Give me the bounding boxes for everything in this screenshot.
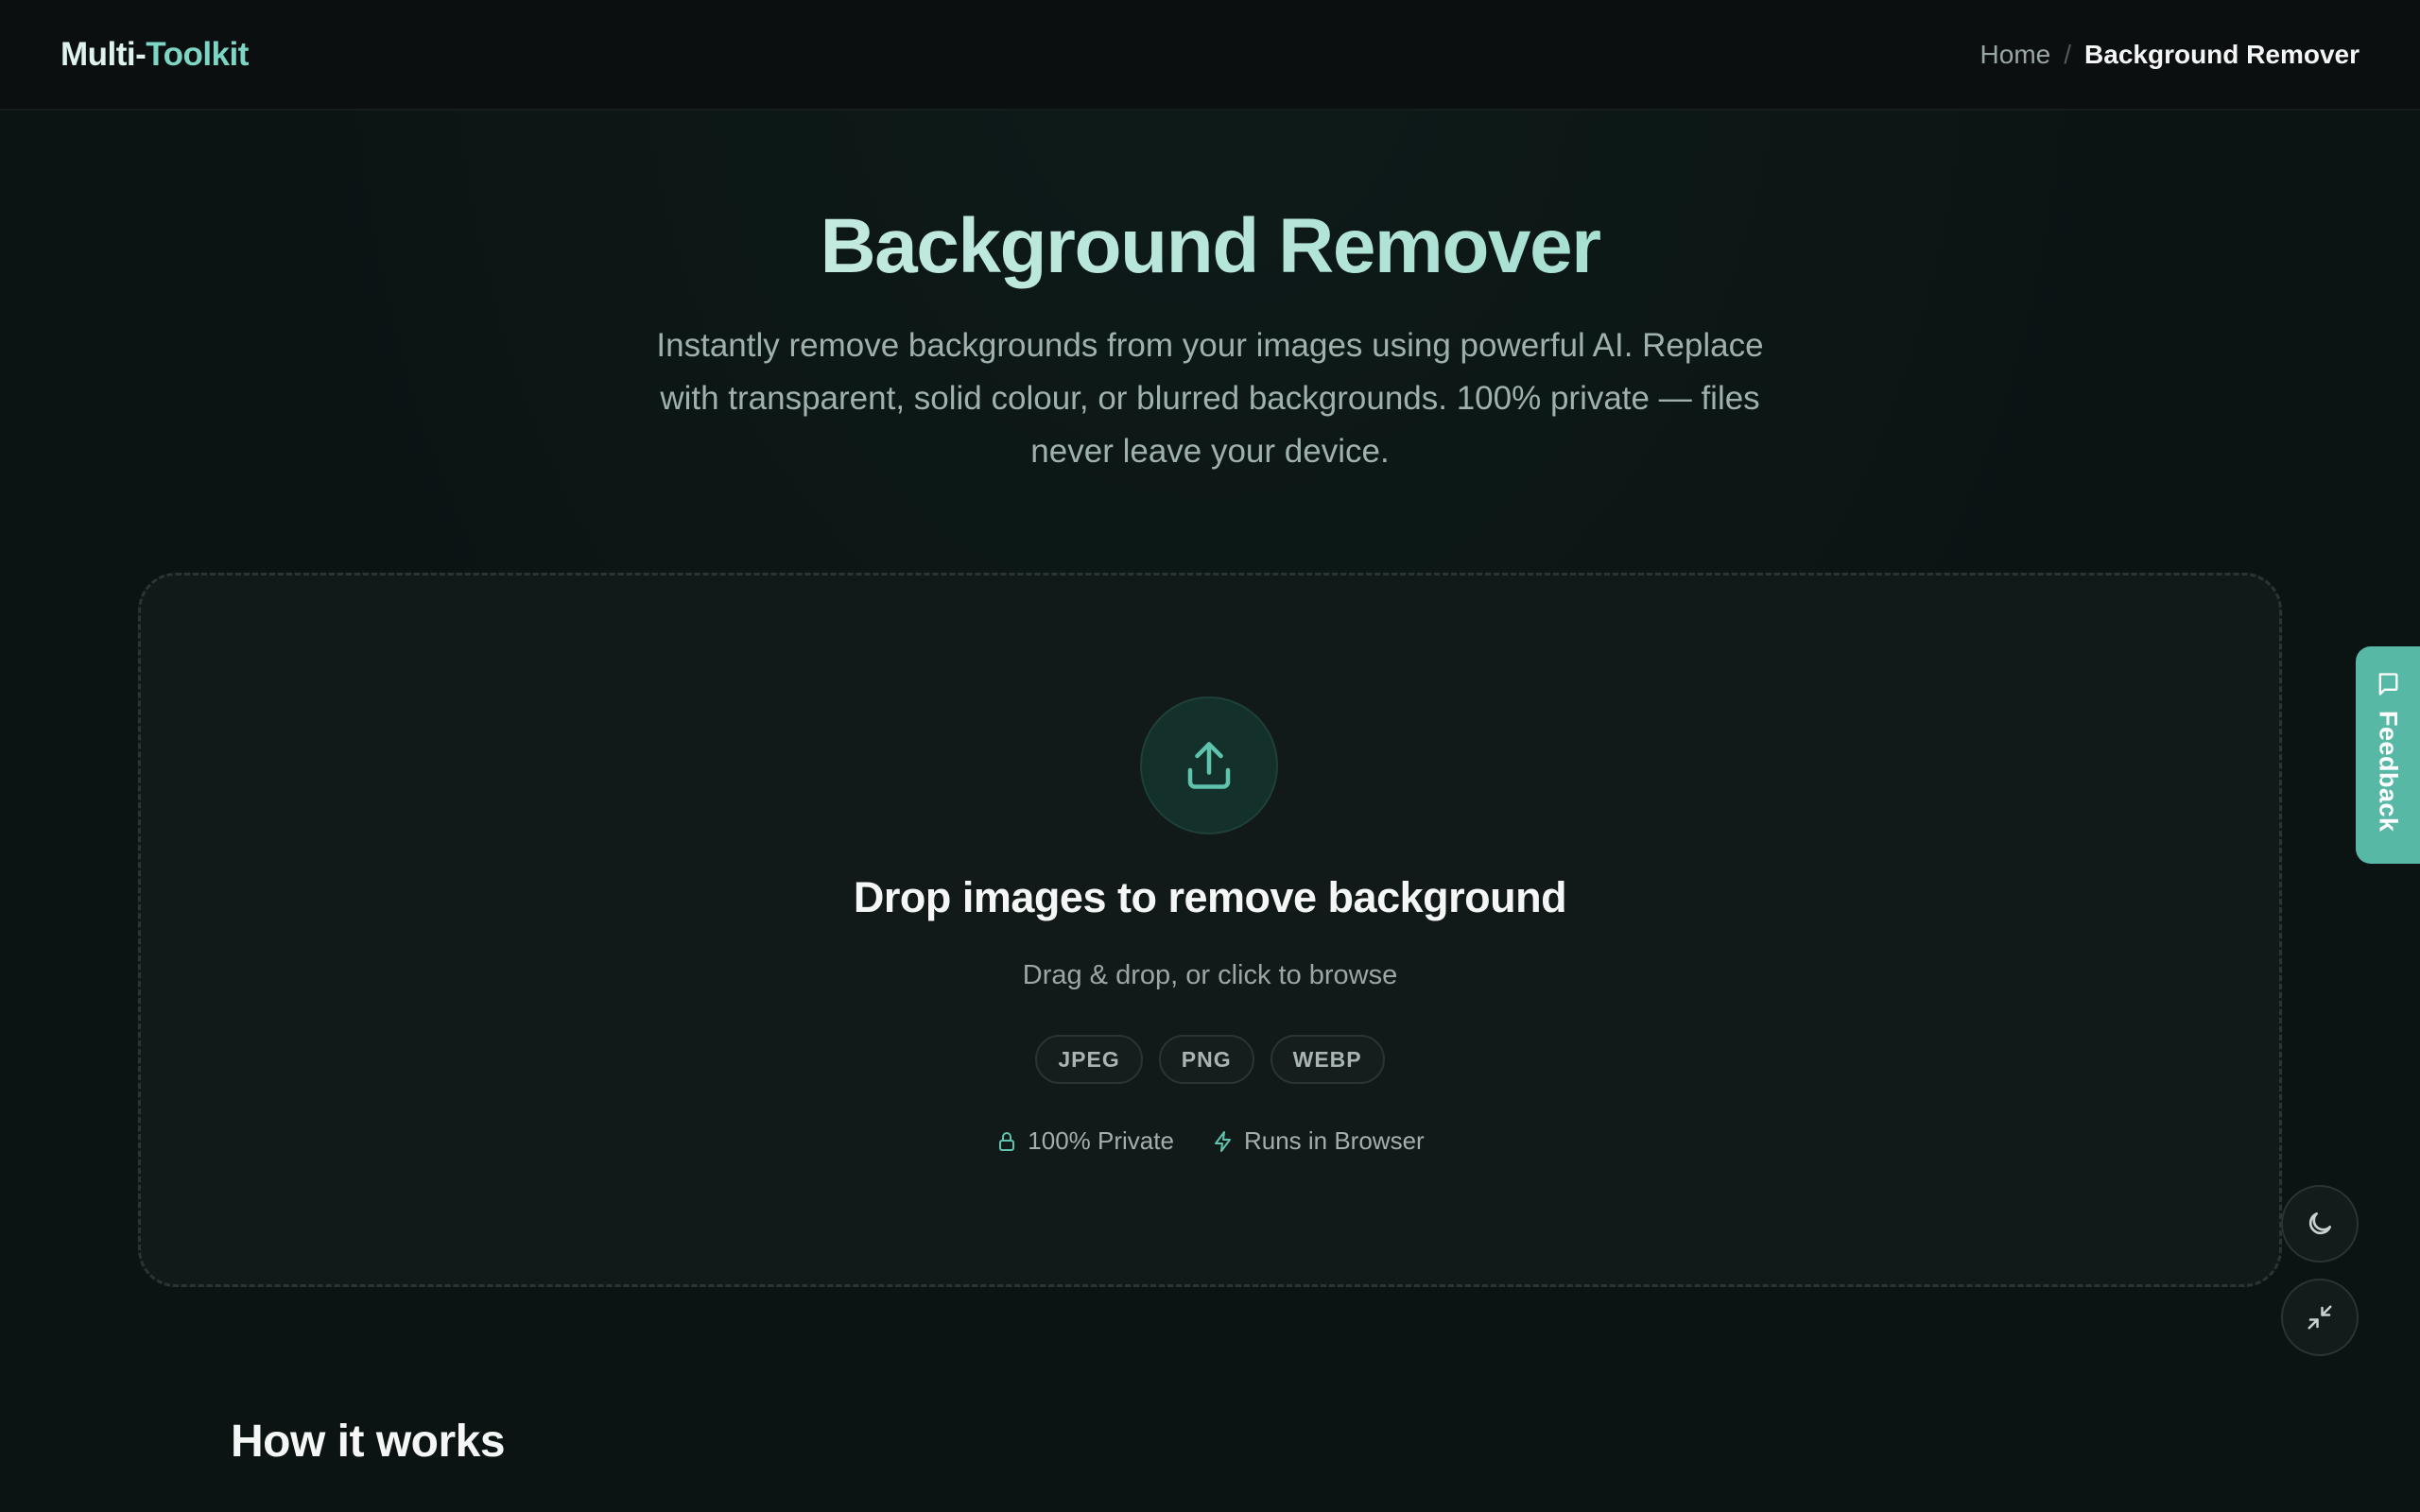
page-title: Background Remover xyxy=(0,202,2420,291)
breadcrumb-separator: / xyxy=(2064,39,2072,69)
upload-icon-circle xyxy=(1140,696,1278,834)
breadcrumb: Home / Background Remover xyxy=(1980,40,2360,70)
lock-icon xyxy=(999,1131,1015,1151)
badge-private-label: 100% Private xyxy=(1028,1126,1174,1155)
format-chip-webp: WEBP xyxy=(1270,1035,1385,1084)
feedback-label: Feedback xyxy=(2374,711,2403,833)
brand-name-part2: Toolkit xyxy=(146,35,249,73)
breadcrumb-current-page: Background Remover xyxy=(2084,39,2360,69)
moon-icon xyxy=(2308,1212,2331,1235)
minimize-icon xyxy=(2308,1305,2332,1330)
format-chip-jpeg: JPEG xyxy=(1035,1035,1143,1084)
dropzone-hint: Drag & drop, or click to browse xyxy=(1022,960,1398,990)
dropzone-title: Drop images to remove background xyxy=(853,873,1567,921)
collapse-button[interactable] xyxy=(2281,1279,2359,1356)
badge-browser-label: Runs in Browser xyxy=(1243,1126,1425,1155)
upload-icon xyxy=(1187,742,1231,789)
badge-browser: Runs in Browser xyxy=(1212,1126,1425,1156)
feature-badges: 100% Private Runs in Browser xyxy=(0,1126,2420,1156)
feedback-tab[interactable]: Feedback xyxy=(2356,646,2420,864)
theme-toggle-button[interactable] xyxy=(2281,1185,2359,1263)
page-subtitle: Instantly remove backgrounds from your i… xyxy=(656,327,1764,470)
image-dropzone[interactable] xyxy=(138,573,2282,1287)
top-nav-bar: Multi-Toolkit Home / Background Remover xyxy=(0,0,2420,111)
message-square-icon xyxy=(2378,673,2398,696)
supported-formats: JPEG PNG WEBP xyxy=(0,1035,2420,1084)
format-chip-png: PNG xyxy=(1158,1035,1254,1084)
how-it-works-heading: How it works xyxy=(231,1417,506,1467)
badge-private: 100% Private xyxy=(995,1126,1174,1156)
lightning-icon xyxy=(1214,1130,1231,1152)
brand-name-part1: Multi- xyxy=(60,35,147,73)
brand-logo-link[interactable]: Multi-Toolkit xyxy=(60,36,249,74)
breadcrumb-home-link[interactable]: Home xyxy=(1980,40,2051,70)
page: Multi-Toolkit Home / Background Remover … xyxy=(0,0,2420,1512)
